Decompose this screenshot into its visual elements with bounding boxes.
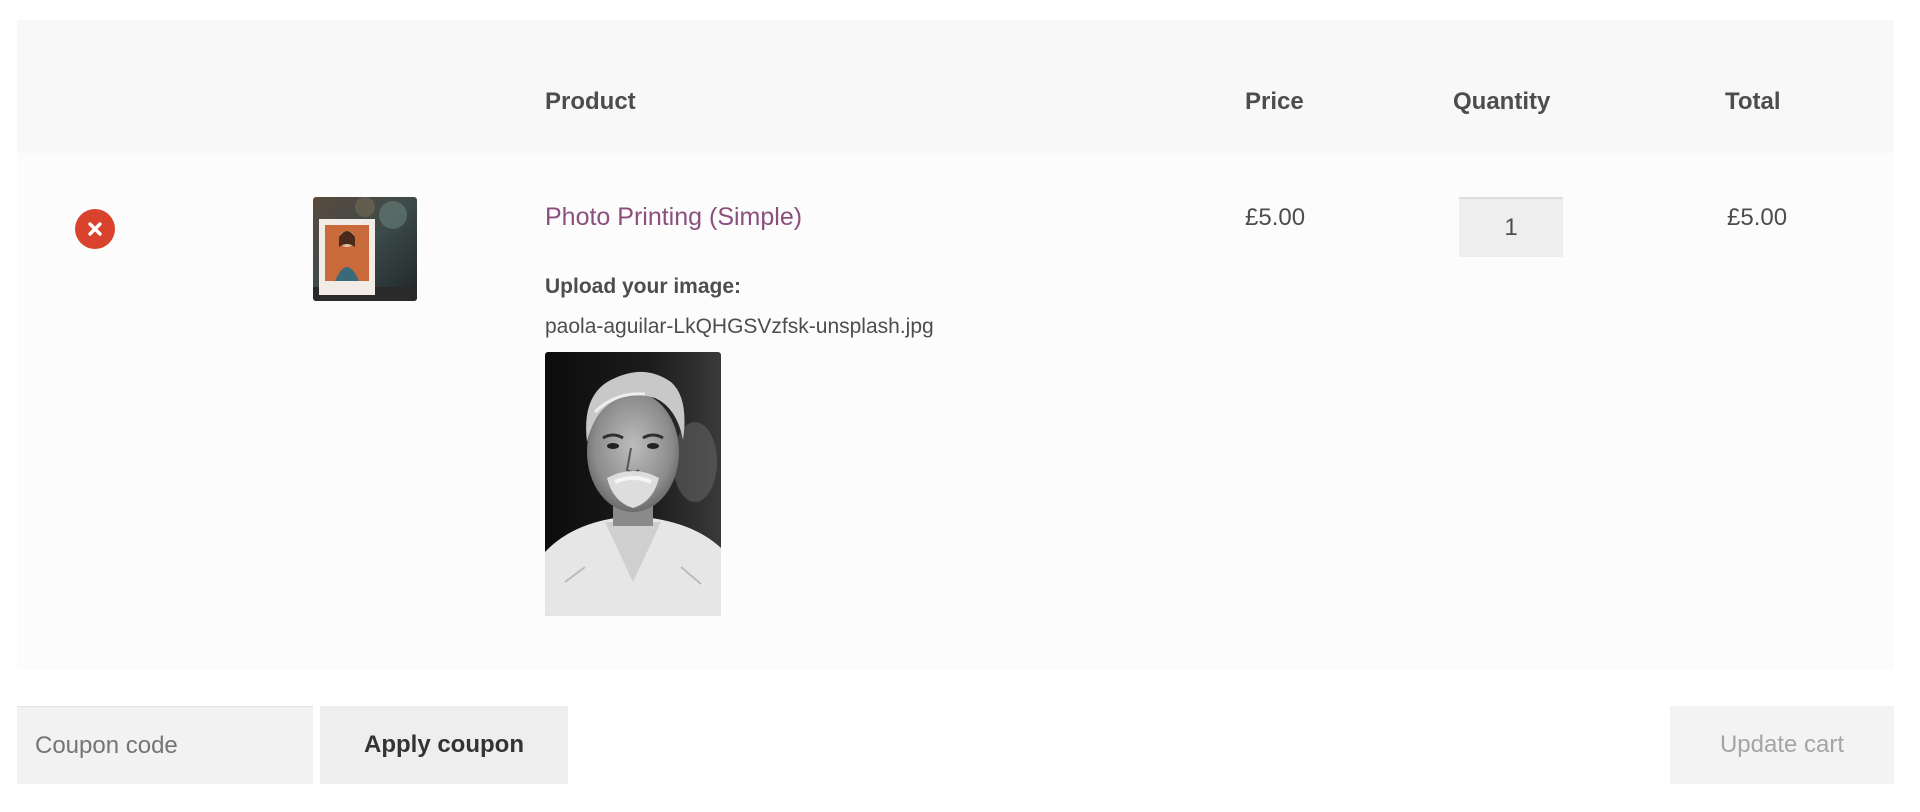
item-price: £5.00 [1245,204,1306,231]
header-quantity: Quantity [1453,88,1551,115]
apply-coupon-button[interactable]: Apply coupon [320,706,568,784]
cart-table: Product Price Quantity Total Photo Print… [17,20,1894,670]
table-header: Product Price Quantity Total [17,20,1894,153]
close-circle-icon [88,222,102,236]
coupon-code-input[interactable] [17,706,313,784]
uploaded-filename: paola-aguilar-LkQHGSVzfsk-unsplash.jpg [545,315,934,338]
remove-item-button[interactable] [75,209,115,249]
item-total: £5.00 [1727,204,1788,231]
header-product: Product [545,88,636,115]
header-total: Total [1725,88,1781,115]
update-cart-button[interactable]: Update cart [1670,706,1894,784]
quantity-input[interactable] [1459,197,1563,257]
product-thumbnail[interactable] [313,197,417,301]
uploaded-image-preview [545,352,721,616]
upload-label: Upload your image: [545,275,742,298]
product-name-link[interactable]: Photo Printing (Simple) [545,203,802,232]
table-row: Photo Printing (Simple) Upload your imag… [17,153,1894,670]
header-price: Price [1245,88,1304,115]
